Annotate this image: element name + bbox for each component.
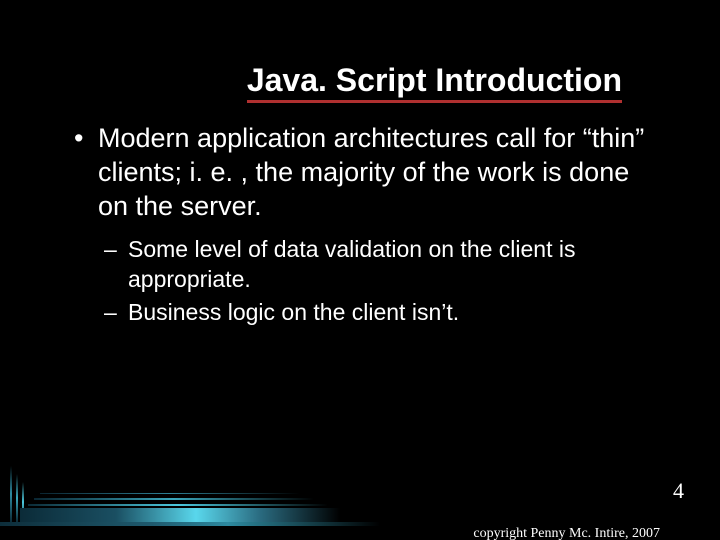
decorative-graphic: [0, 458, 380, 526]
bullet-level2: Business logic on the client isn’t.: [100, 298, 650, 327]
title-wrap: Java. Script Introduction: [0, 64, 720, 103]
slide-number: 4: [673, 478, 684, 504]
bullet-level1: Modern application architectures call fo…: [70, 122, 650, 223]
slide: Java. Script Introduction Modern applica…: [0, 0, 720, 540]
slide-content: Modern application architectures call fo…: [70, 122, 650, 332]
copyright-text: copyright Penny Mc. Intire, 2007: [473, 527, 660, 540]
bullet-level2: Some level of data validation on the cli…: [100, 235, 650, 294]
slide-title: Java. Script Introduction: [247, 64, 622, 103]
